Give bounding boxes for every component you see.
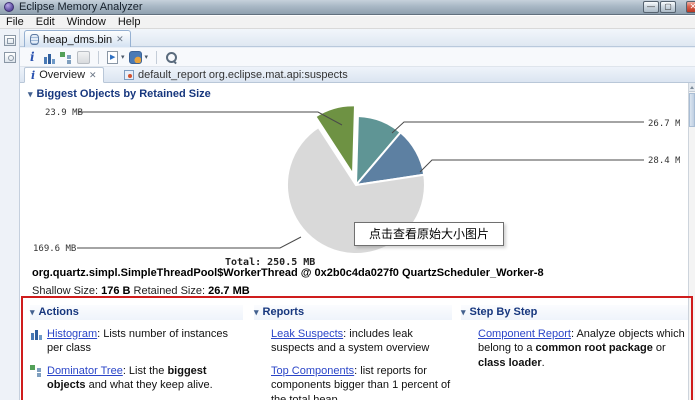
pie-label-23-9-mb: 23.9 MB [45,108,83,118]
tab-overview[interactable]: i Overview ✕ [24,67,104,83]
scrollbar-thumb[interactable] [689,93,695,127]
window-title: Eclipse Memory Analyzer [19,1,143,13]
query-browser-icon[interactable] [129,51,142,64]
pie-label-26-7-mb: 26.7 MB [648,119,680,129]
collapse-triangle-icon[interactable]: ▾ [254,307,259,317]
minimized-view-bar [0,29,20,400]
toolbar-separator [98,51,99,64]
histogram-icon [30,327,43,340]
text: . [542,357,545,369]
search-icon[interactable] [165,51,178,64]
text: : List the [123,365,168,377]
section-step-by-step: ▾ Step By Step Component Report: Analyze o… [461,305,689,378]
text: class loader [478,357,542,369]
leader-line [77,237,301,248]
list-item: Top Components: list reports for compone… [254,364,452,400]
chevron-down-icon[interactable]: ▾ [145,53,149,61]
pie-label-169-6-mb: 169.6 MB [33,244,76,254]
toolbar-separator [156,51,157,64]
oql-icon[interactable] [77,51,90,64]
section-reports: ▾ Reports Leak Suspects: includes leak sus… [254,305,452,400]
histogram-icon[interactable] [43,51,56,64]
report-tab-label: default_report org.eclipse.mat.api:suspe… [138,69,348,81]
section-actions: ▾ Actions Histogram: Lists number of insta… [30,305,243,400]
close-icon[interactable]: ✕ [116,35,124,44]
menu-bar: FileEditWindowHelp [0,16,695,29]
scroll-up-icon[interactable] [689,83,695,92]
link-top-components[interactable]: Top Components [271,365,354,377]
text: and what they keep alive. [86,379,213,391]
retained-size-value: 26.7 MB [208,285,250,297]
overview-tab-label: Overview [39,69,85,81]
chevron-down-icon[interactable]: ▾ [121,53,125,61]
shallow-size-value: 176 B [101,285,130,297]
list-item: Component Report: Analyze objects which … [461,327,689,371]
overview-pane: ▾Biggest Objects by Retained Size 23.9 M… [20,83,695,400]
link-dominator-tree[interactable]: Dominator Tree [47,365,123,377]
section-title: Reports [263,306,305,318]
workbench: heap_dms.bin ✕ ▾▾ i Overview ✕ default_r… [0,29,695,400]
collapse-triangle-icon[interactable]: ▾ [30,307,35,317]
leader-line [78,112,342,125]
link-histogram[interactable]: Histogram [47,328,97,340]
maximize-button[interactable]: ▢ [660,1,676,13]
eclipse-memory-analyzer-window: Eclipse Memory Analyzer — ▢ ✕ FileEditWi… [0,0,695,400]
title-bar[interactable]: Eclipse Memory Analyzer — ▢ ✕ [0,0,695,15]
shallow-size-label: Shallow Size: [32,285,101,297]
heap-file-icon [30,34,39,45]
inspector-view-icon[interactable] [4,52,16,63]
editor-tab-label: heap_dms.bin [43,34,112,46]
menu-file[interactable]: File [0,16,30,29]
restore-view-icon[interactable] [4,35,16,46]
editor-tab-row: heap_dms.bin ✕ [20,29,695,47]
image-tooltip: 点击查看原始大小图片 [354,222,504,246]
section-header-actions[interactable]: ▾ Actions [30,305,243,320]
list-item: Histogram: Lists number of instances per… [30,327,243,356]
info-icon[interactable] [26,51,39,64]
retained-size-label: Retained Size: [130,285,208,297]
overview-icon: i [31,69,35,82]
link-leak-suspects[interactable]: Leak Suspects [271,328,343,340]
collapse-triangle-icon[interactable]: ▾ [461,307,466,317]
text: or [653,342,666,354]
list-item: Dominator Tree: List the biggest objects… [30,364,243,393]
dominator-tree-icon [30,364,43,377]
tab-default-report[interactable]: default_report org.eclipse.mat.api:suspe… [118,67,354,83]
selected-object-sizes: Shallow Size: 176 B Retained Size: 26.7 … [32,285,250,297]
vertical-scrollbar[interactable] [688,83,695,400]
close-button[interactable]: ✕ [686,1,695,13]
list-item: Leak Suspects: includes leak suspects an… [254,327,452,356]
editor-toolbar: ▾▾ [20,48,695,67]
section-header-reports[interactable]: ▾ Reports [254,305,452,320]
retained-size-pie-chart: 23.9 MB26.7 MB28.4 MB169.6 MBTotal: 250.… [20,99,680,271]
run-report-icon[interactable] [107,51,118,64]
menu-window[interactable]: Window [61,16,112,29]
pie-label-28-4-mb: 28.4 MB [648,156,680,166]
section-header-step-by-step[interactable]: ▾ Step By Step [461,305,689,320]
link-component-report[interactable]: Component Report [478,328,571,340]
tab-heap-dms-bin[interactable]: heap_dms.bin ✕ [24,30,131,47]
minimize-button[interactable]: — [643,1,659,13]
leader-line [392,122,644,133]
close-icon[interactable]: ✕ [89,71,97,80]
collapse-triangle-icon[interactable]: ▾ [28,89,33,99]
selected-object-label: org.quartz.simpl.SimpleThreadPool$Worker… [32,267,544,279]
dominator-tree-icon[interactable] [60,51,73,64]
text: common root package [536,342,653,354]
eclipse-logo-icon [4,2,14,12]
view-tab-row: i Overview ✕ default_report org.eclipse.… [20,67,695,83]
report-icon [124,70,134,80]
section-title: Step By Step [470,306,538,318]
section-title: Actions [39,306,79,318]
leader-line [420,160,644,172]
menu-edit[interactable]: Edit [30,16,61,29]
menu-help[interactable]: Help [112,16,147,29]
